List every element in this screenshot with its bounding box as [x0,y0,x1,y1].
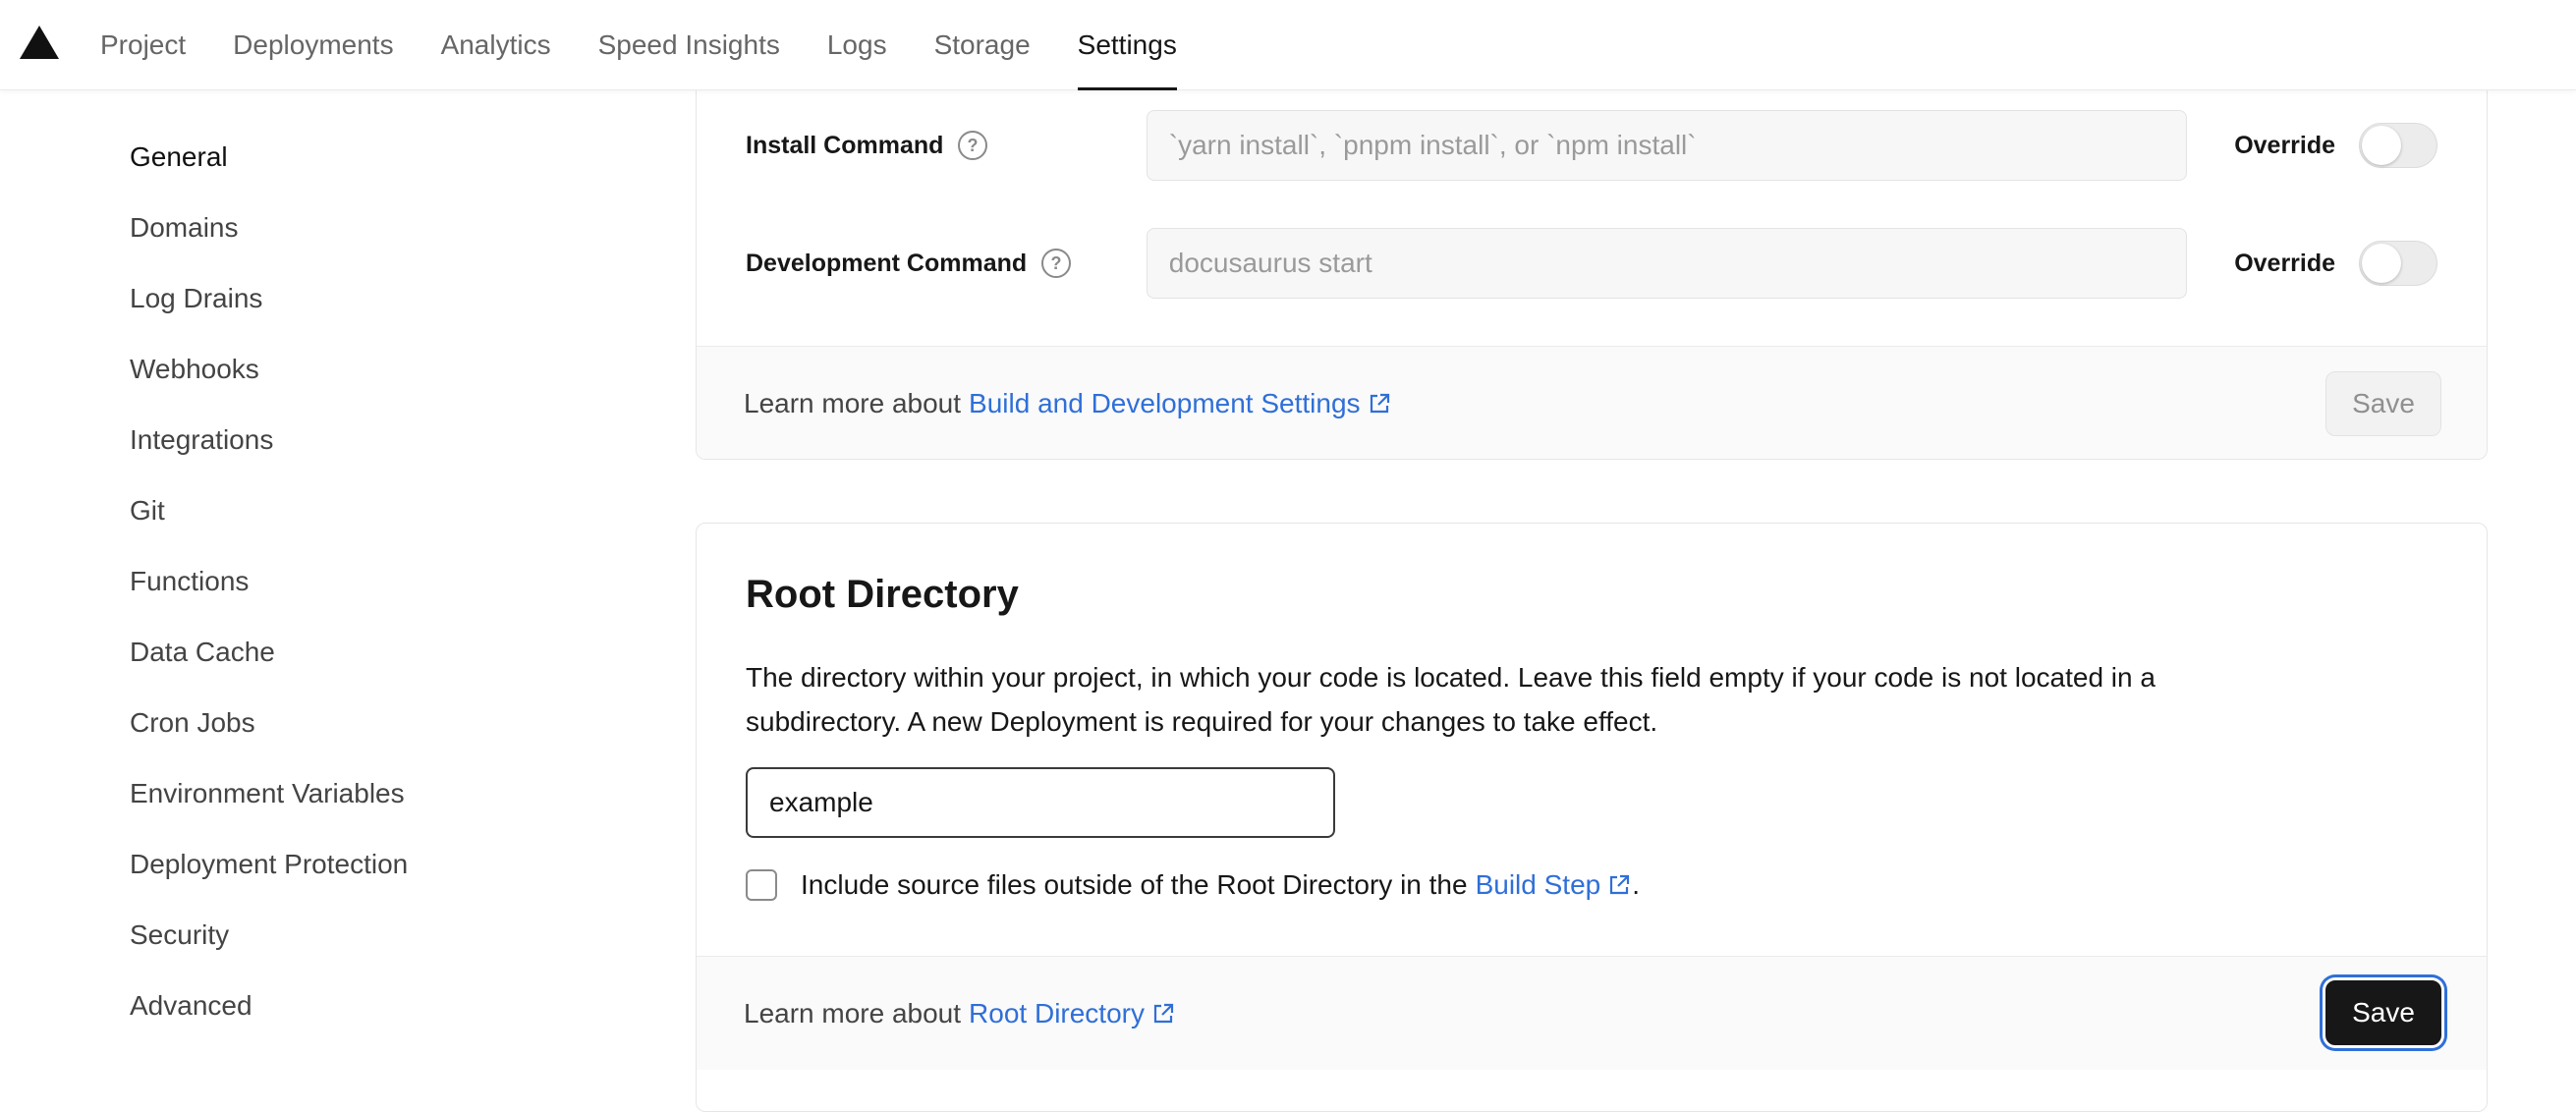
tab-analytics[interactable]: Analytics [418,0,575,90]
root-directory-card: Root Directory The directory within your… [696,523,2488,1112]
sidebar-item-log-drains[interactable]: Log Drains [130,263,542,334]
sidebar-item-advanced[interactable]: Advanced [130,971,542,1041]
build-settings-docs-link[interactable]: Build and Development Settings [969,388,1391,419]
learn-more-text: Learn more about [744,387,962,418]
development-override-toggle[interactable] [2359,241,2437,286]
install-override-toggle[interactable] [2359,123,2437,168]
build-step-link-text: Build Step [1475,869,1601,900]
external-link-icon [1367,391,1392,417]
tab-deployments[interactable]: Deployments [209,0,417,90]
settings-sidebar: General Domains Log Drains Webhooks Inte… [130,122,542,1041]
install-command-row: Install Command ? Override [746,110,2437,181]
svg-text:?: ? [1051,253,1062,273]
install-command-input[interactable] [1146,110,2188,181]
svg-text:?: ? [968,136,979,155]
build-settings-footer: Learn more about Build and Development S… [697,346,2487,459]
help-icon[interactable]: ? [1040,248,1072,279]
sidebar-item-git[interactable]: Git [130,475,542,546]
install-command-label: Install Command ? [746,130,1147,161]
sidebar-item-data-cache[interactable]: Data Cache [130,617,542,688]
root-directory-docs-link[interactable]: Root Directory [969,998,1176,1029]
root-directory-title: Root Directory [746,573,1019,616]
sidebar-item-general[interactable]: General [130,122,542,193]
root-directory-footer: Learn more about Root Directory Save [697,956,2487,1070]
tab-storage[interactable]: Storage [911,0,1054,90]
development-command-input[interactable] [1146,228,2188,299]
sidebar-item-security[interactable]: Security [130,900,542,971]
sidebar-item-integrations[interactable]: Integrations [130,405,542,475]
root-directory-input[interactable] [746,767,1335,838]
external-link-icon [1606,872,1632,898]
toggle-knob [2362,244,2402,283]
development-command-label: Development Command ? [746,248,1147,279]
help-icon[interactable]: ? [957,130,988,161]
include-source-files-text: Include source files outside of the Root… [801,869,1468,900]
sidebar-item-webhooks[interactable]: Webhooks [130,334,542,405]
development-command-label-text: Development Command [746,249,1028,277]
sidebar-item-deployment-protection[interactable]: Deployment Protection [130,829,542,900]
top-navigation: Project Deployments Analytics Speed Insi… [0,0,2576,90]
sidebar-item-cron-jobs[interactable]: Cron Jobs [130,688,542,758]
sidebar-item-domains[interactable]: Domains [130,193,542,263]
build-settings-card: Install Command ? Override Development C… [696,59,2488,460]
root-directory-description: The directory within your project, in wh… [746,662,2156,737]
root-directory-save-button[interactable]: Save [2325,980,2441,1045]
tab-speed-insights[interactable]: Speed Insights [575,0,804,90]
tab-settings[interactable]: Settings [1054,0,1201,90]
learn-more-text: Learn more about [744,997,962,1029]
build-settings-save-button[interactable]: Save [2325,370,2441,436]
nav-tabs: Project Deployments Analytics Speed Insi… [77,0,1201,90]
tab-logs[interactable]: Logs [804,0,911,90]
toggle-knob [2362,126,2402,165]
development-command-row: Development Command ? Override [746,228,2437,299]
include-source-files-row: Include source files outside of the Root… [746,869,1640,901]
sidebar-item-environment-variables[interactable]: Environment Variables [130,758,542,829]
install-override-label: Override [2234,131,2336,159]
build-step-link[interactable]: Build Step [1476,869,1633,901]
checkbox-suffix: . [1632,869,1640,900]
sidebar-item-functions[interactable]: Functions [130,546,542,617]
root-directory-link-text: Root Directory [969,997,1145,1029]
tab-project[interactable]: Project [77,0,209,90]
external-link-icon [1150,1001,1176,1027]
include-source-files-checkbox[interactable] [746,869,777,901]
build-settings-link-text: Build and Development Settings [969,387,1361,418]
development-override-label: Override [2234,249,2336,277]
vercel-triangle-icon[interactable] [20,26,59,59]
install-command-label-text: Install Command [746,131,944,159]
